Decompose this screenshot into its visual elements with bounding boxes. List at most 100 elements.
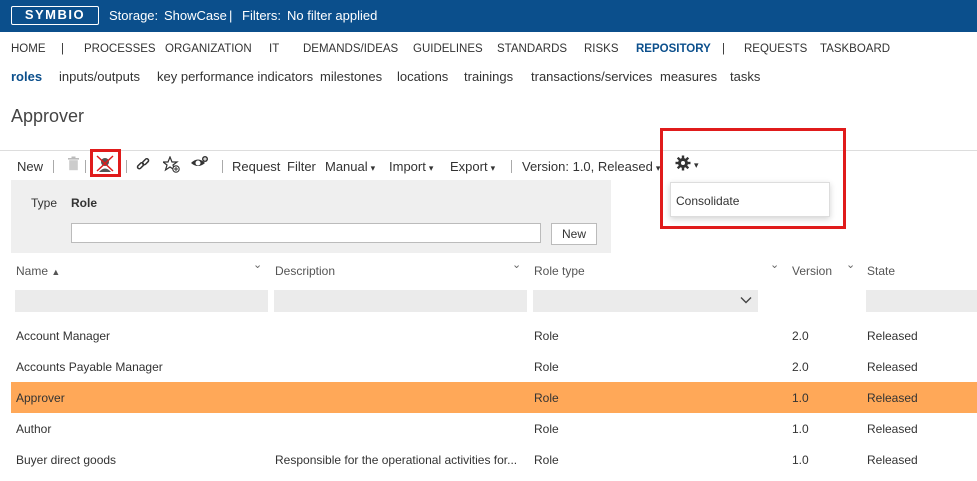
cell-role-type: Role: [534, 329, 559, 343]
table-row[interactable]: Buyer direct goods Responsible for the o…: [11, 444, 977, 475]
filter-button[interactable]: Filter: [287, 159, 316, 174]
type-value: Role: [71, 196, 98, 210]
chevron-down-icon: ▾: [370, 163, 376, 173]
subnav-milestones[interactable]: milestones: [320, 69, 382, 84]
link-icon[interactable]: [136, 157, 150, 174]
cell-role-type: Role: [534, 360, 559, 374]
nav-home[interactable]: HOME: [11, 43, 46, 55]
nav-separator: |: [722, 43, 725, 55]
filters-value[interactable]: No filter applied: [287, 8, 377, 23]
cell-role-type: Role: [534, 422, 559, 436]
role-type-filter-select[interactable]: [533, 290, 758, 312]
subnav-transactions-services[interactable]: transactions/services: [531, 69, 652, 84]
toolbar-divider: [222, 160, 223, 173]
column-header-role-type[interactable]: Role type: [534, 264, 585, 278]
nav-processes[interactable]: PROCESSES: [84, 43, 156, 55]
import-label: Import: [389, 159, 426, 174]
nav-it[interactable]: IT: [269, 43, 279, 55]
column-header-version[interactable]: Version: [792, 264, 832, 278]
cell-name: Author: [16, 422, 52, 436]
column-header-state[interactable]: State: [867, 264, 895, 278]
chevron-down-icon: ▾: [490, 163, 496, 173]
cell-version: 2.0: [792, 329, 809, 343]
table-row[interactable]: Accounts Payable Manager Role 2.0 Releas…: [11, 351, 977, 382]
column-header-description[interactable]: Description: [275, 264, 335, 278]
toolbar-divider: [85, 160, 86, 173]
cell-state: Released: [867, 453, 918, 467]
version-label: Version: 1.0, Released: [522, 159, 653, 174]
header-separator: |: [229, 8, 233, 23]
toolbar-divider: [126, 160, 127, 173]
chevron-down-icon: ▾: [428, 163, 434, 173]
request-button[interactable]: Request: [232, 159, 280, 174]
chevron-down-icon[interactable]: ⌄: [253, 258, 262, 271]
favorite-add-icon[interactable]: [161, 155, 180, 176]
subnav-inputs-outputs[interactable]: inputs/outputs: [59, 69, 140, 84]
search-input[interactable]: [71, 223, 541, 243]
manual-label: Manual: [325, 159, 368, 174]
highlight-box-delete: [90, 149, 121, 177]
subnav-measures[interactable]: measures: [660, 69, 717, 84]
chevron-down-icon[interactable]: ⌄: [846, 258, 855, 271]
watch-add-icon[interactable]: [190, 155, 209, 173]
table-row[interactable]: Account Manager Role 2.0 Released: [11, 320, 977, 351]
chevron-down-icon[interactable]: ⌄: [512, 258, 521, 271]
cell-name: Approver: [16, 391, 65, 405]
nav-requests[interactable]: REQUESTS: [744, 43, 807, 55]
nav-guidelines[interactable]: GUIDELINES: [413, 43, 483, 55]
highlight-box-settings: [660, 128, 846, 229]
symbio-logo[interactable]: SYMBIO: [11, 6, 99, 25]
storage-label: Storage:: [109, 8, 159, 23]
subnav-locations[interactable]: locations: [397, 69, 448, 84]
nav-taskboard[interactable]: TASKBOARD: [820, 43, 890, 55]
new-button[interactable]: New: [17, 159, 43, 174]
filter-new-button[interactable]: New: [551, 223, 597, 245]
nav-separator: |: [61, 43, 64, 55]
filters-label: Filters:: [242, 8, 281, 23]
cell-name: Buyer direct goods: [16, 453, 117, 467]
description-filter-input[interactable]: [274, 290, 527, 312]
subnav-trainings[interactable]: trainings: [464, 69, 513, 84]
cell-state: Released: [867, 422, 918, 436]
table-row-selected[interactable]: Approver Role 1.0 Released: [11, 382, 977, 413]
column-header-name[interactable]: Name ▲: [16, 264, 60, 278]
cell-name: Accounts Payable Manager: [16, 360, 163, 374]
trash-icon[interactable]: [67, 156, 80, 174]
cell-version: 1.0: [792, 453, 809, 467]
storage-value[interactable]: ShowCase: [164, 8, 227, 23]
toolbar-divider: [511, 160, 512, 173]
import-dropdown[interactable]: Import ▾: [389, 159, 433, 174]
table-row[interactable]: Author Role 1.0 Released: [11, 413, 977, 444]
page-title: Approver: [11, 106, 85, 126]
subnav-tasks[interactable]: tasks: [730, 69, 760, 84]
type-label: Type: [31, 196, 58, 210]
nav-repository[interactable]: REPOSITORY: [636, 43, 711, 55]
manual-dropdown[interactable]: Manual ▾: [325, 159, 375, 174]
state-filter-input[interactable]: [866, 290, 977, 312]
cell-role-type: Role: [534, 453, 559, 467]
version-dropdown[interactable]: Version: 1.0, Released ▾: [522, 159, 660, 174]
cell-state: Released: [867, 360, 918, 374]
nav-demands-ideas[interactable]: DEMANDS/IDEAS: [303, 43, 398, 55]
toolbar-divider: [53, 160, 54, 173]
nav-risks[interactable]: RISKS: [584, 43, 619, 55]
column-label: Name: [16, 264, 49, 278]
sort-ascending-icon: ▲: [51, 267, 61, 277]
subnav-kpis[interactable]: key performance indicators: [157, 69, 313, 84]
cell-description: Responsible for the operational activiti…: [275, 453, 518, 467]
cell-version: 1.0: [792, 391, 809, 405]
cell-state: Released: [867, 391, 918, 405]
name-filter-input[interactable]: [15, 290, 268, 312]
export-label: Export: [450, 159, 488, 174]
export-dropdown[interactable]: Export ▾: [450, 159, 495, 174]
nav-organization[interactable]: ORGANIZATION: [165, 43, 252, 55]
cell-role-type: Role: [534, 391, 559, 405]
chevron-down-icon: [740, 297, 752, 304]
nav-standards[interactable]: STANDARDS: [497, 43, 567, 55]
chevron-down-icon[interactable]: ⌄: [770, 258, 779, 271]
top-bar: SYMBIO Storage: ShowCase | Filters: No f…: [0, 0, 977, 32]
cell-version: 2.0: [792, 360, 809, 374]
filter-panel: Type Role New: [11, 180, 611, 253]
subnav-roles[interactable]: roles: [11, 69, 42, 84]
cell-state: Released: [867, 329, 918, 343]
